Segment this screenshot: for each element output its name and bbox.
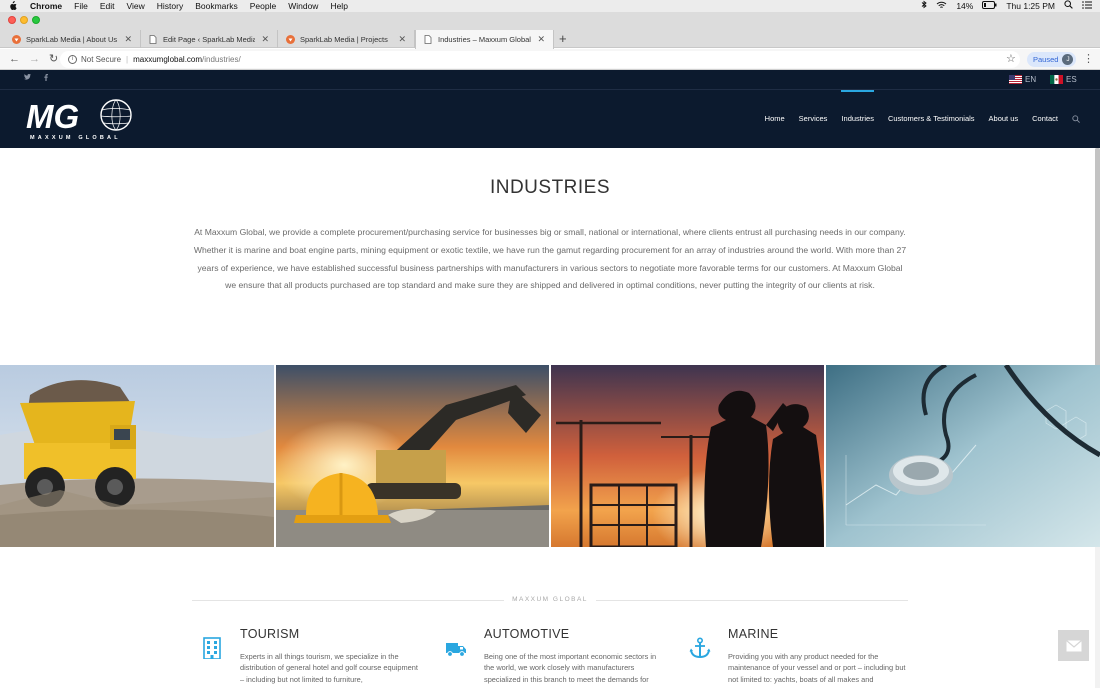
language-code: EN (1025, 75, 1037, 84)
notification-center-icon[interactable] (1082, 0, 1092, 12)
intro-paragraph: At Maxxum Global, we provide a complete … (193, 227, 907, 291)
tab-strip: SparkLab Media | About Us ✕ Edit Page ‹ … (0, 30, 1100, 49)
facebook-icon[interactable] (44, 74, 48, 83)
nav-home[interactable]: Home (765, 90, 785, 148)
tab-label: SparkLab Media | Projects (300, 34, 388, 44)
feature-text: Providing you with any product needed fo… (728, 652, 906, 684)
menu-app-name[interactable]: Chrome (30, 0, 62, 12)
address-bar[interactable]: i Not Secure | maxxumglobal.com /industr… (60, 51, 1020, 68)
tab-label: Edit Page ‹ SparkLab Media — (163, 34, 256, 44)
industry-image-row (0, 365, 1100, 547)
truck-icon (446, 643, 466, 657)
mexico-flag-icon (1050, 75, 1063, 84)
construction-excavator-image (276, 365, 549, 547)
menu-view[interactable]: View (126, 0, 144, 12)
feature-title: AUTOMOTIVE (484, 627, 570, 641)
security-label[interactable]: Not Secure (81, 55, 121, 64)
menu-edit[interactable]: Edit (100, 0, 115, 12)
close-tab-icon[interactable]: ✕ (124, 34, 132, 45)
page-icon (149, 34, 158, 44)
forward-arrow-icon[interactable]: → (29, 49, 40, 69)
menu-bookmarks[interactable]: Bookmarks (195, 0, 238, 12)
info-icon[interactable]: i (68, 55, 77, 64)
language-en[interactable]: EN (1009, 75, 1036, 84)
profile-paused-button[interactable]: Paused J (1027, 52, 1077, 67)
us-flag-icon (1009, 75, 1022, 84)
spotlight-icon[interactable] (1064, 0, 1073, 12)
feature-title: TOURISM (240, 627, 300, 641)
clock[interactable]: Thu 1:25 PM (1006, 0, 1055, 12)
omnibox-separator: | (126, 55, 129, 64)
menu-help[interactable]: Help (330, 0, 347, 12)
mail-icon (1065, 639, 1082, 651)
menu-history[interactable]: History (157, 0, 183, 12)
paused-label: Paused (1033, 55, 1059, 64)
sparklab-icon (286, 34, 295, 44)
tab-projects[interactable]: SparkLab Media | Projects ✕ (278, 30, 415, 48)
logo-subtext: MAXXUM GLOBAL (30, 135, 121, 141)
anchor-icon (689, 637, 711, 659)
chrome-menu-icon[interactable]: ⋮ (1083, 52, 1094, 65)
reload-icon[interactable]: ↻ (49, 49, 58, 69)
menu-file[interactable]: File (74, 0, 88, 12)
nav-about-us[interactable]: About us (989, 90, 1019, 148)
nav-contact[interactable]: Contact (1032, 90, 1058, 148)
new-tab-button[interactable]: + (559, 32, 567, 46)
battery-percent: 14% (956, 1, 974, 11)
feature-title: MARINE (728, 627, 779, 641)
feature-text: Experts in all things tourism, we specia… (240, 652, 418, 684)
bluetooth-icon[interactable] (921, 0, 928, 12)
nav-industries[interactable]: Industries (841, 90, 874, 148)
feature-text: Being one of the most important economic… (484, 652, 657, 684)
page-icon (424, 35, 433, 44)
tab-about-us[interactable]: SparkLab Media | About Us ✕ (4, 30, 141, 48)
tab-industries[interactable]: Industries – Maxxum Global ✕ (415, 30, 554, 49)
twitter-icon[interactable] (24, 73, 31, 82)
nav-services[interactable]: Services (799, 90, 828, 148)
url-path: /industries/ (202, 55, 241, 64)
close-window-icon[interactable] (8, 16, 16, 24)
construction-workers-silhouette-image (551, 365, 824, 547)
divider-line-right (596, 600, 908, 601)
logo-monogram: MG (26, 98, 79, 135)
page-title: INDUSTRIES (489, 177, 611, 198)
url-host: maxxumglobal.com (133, 55, 203, 64)
bookmark-star-icon[interactable]: ☆ (1006, 52, 1016, 65)
contact-mail-button[interactable] (1058, 630, 1089, 661)
menu-people[interactable]: People (250, 0, 276, 12)
language-es[interactable]: ES (1050, 75, 1077, 84)
zoom-window-icon[interactable] (32, 16, 40, 24)
site-header: MG MAXXUM GLOBAL Home Services Industrie… (0, 90, 1100, 148)
battery-icon[interactable] (982, 0, 997, 12)
close-tab-icon[interactable]: ✕ (398, 34, 406, 45)
tab-label: Industries – Maxxum Global (438, 35, 531, 44)
maxxum-global-logo[interactable]: MG MAXXUM GLOBAL (24, 96, 136, 142)
close-tab-icon[interactable]: ✕ (537, 34, 545, 45)
back-arrow-icon[interactable]: ← (9, 49, 20, 69)
building-icon (203, 637, 221, 659)
nav-customers-testimonials[interactable]: Customers & Testimonials (888, 90, 975, 148)
section-divider: MAXXUM GLOBAL (192, 594, 908, 606)
tab-label: SparkLab Media | About Us (26, 34, 118, 44)
close-tab-icon[interactable]: ✕ (261, 34, 269, 45)
window-titlebar (0, 12, 1100, 30)
avatar: J (1062, 54, 1074, 65)
site-topbar: EN ES (0, 70, 1100, 90)
main-navigation: Home Services Industries Customers & Tes… (751, 90, 1080, 148)
wifi-icon[interactable] (936, 0, 947, 12)
macos-menubar: Chrome File Edit View History Bookmarks … (0, 0, 1100, 12)
search-icon[interactable] (1072, 115, 1080, 123)
mining-truck-image (0, 365, 274, 547)
language-code: ES (1066, 75, 1077, 84)
sparklab-icon (12, 34, 21, 44)
apple-icon[interactable] (8, 1, 18, 11)
menu-window[interactable]: Window (288, 0, 318, 12)
minimize-window-icon[interactable] (20, 16, 28, 24)
stethoscope-medical-image (826, 365, 1100, 547)
browser-toolbar: ← → ↻ i Not Secure | maxxumglobal.com /i… (0, 49, 1100, 70)
tab-edit-page[interactable]: Edit Page ‹ SparkLab Media — ✕ (141, 30, 278, 48)
